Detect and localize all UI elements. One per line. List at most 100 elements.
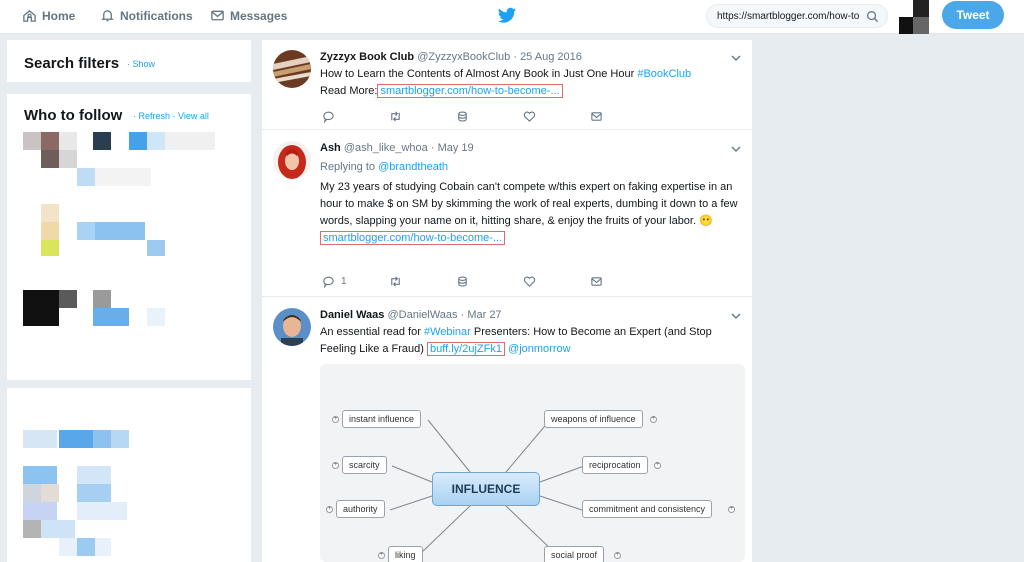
- read-more-label: Read More:: [320, 85, 378, 97]
- chevron-down-icon[interactable]: [730, 310, 742, 322]
- tweet-author-handle[interactable]: @ash_like_whoa: [344, 142, 428, 154]
- account-avatar[interactable]: [899, 0, 929, 34]
- search-box[interactable]: [706, 4, 888, 28]
- search-filters-title: Search filters: [24, 55, 120, 72]
- expand-icon: +: [654, 462, 661, 469]
- article-link[interactable]: smartblogger.com/how-to-become-...: [320, 231, 506, 245]
- nav-notifications-label: Notifications: [120, 8, 193, 23]
- stack-icon: [458, 276, 467, 287]
- who-to-follow-links[interactable]: · Refresh · View all: [133, 111, 209, 121]
- top-nav: Home Notifications Messages Tweet: [0, 0, 1024, 34]
- save-button[interactable]: [456, 275, 523, 288]
- nav-messages-label: Messages: [230, 8, 288, 23]
- expand-icon: +: [326, 506, 333, 513]
- replying-to-label: Replying to: [320, 161, 376, 173]
- reply-button[interactable]: 1: [322, 275, 389, 288]
- replying-to-line: Replying to @brandtheath: [320, 159, 740, 176]
- like-button[interactable]: [523, 110, 590, 123]
- reply-icon: [323, 276, 334, 288]
- tweet-author-name[interactable]: Ash: [320, 142, 341, 154]
- direct-message-button[interactable]: [590, 275, 657, 288]
- search-icon[interactable]: [866, 10, 879, 23]
- tweet-header: Zyzzyx Book Club @ZyzzyxBookClub · 25 Au…: [320, 51, 582, 63]
- replying-to-mention[interactable]: @brandtheath: [378, 161, 448, 173]
- nav-messages[interactable]: Messages: [210, 8, 287, 23]
- tweet-author-name[interactable]: Daniel Waas: [320, 309, 384, 321]
- search-filters-card: Search filters · Show: [7, 40, 251, 82]
- who-to-follow-title: Who to follow: [24, 107, 123, 124]
- expand-icon: +: [728, 506, 735, 513]
- avatar[interactable]: [273, 50, 311, 88]
- stack-icon: [458, 111, 467, 122]
- twitter-bird-icon[interactable]: [497, 7, 517, 25]
- tweet-text: How to Learn the Contents of Almost Any …: [320, 66, 740, 100]
- who-to-follow-card: Who to follow · Refresh · View all: [7, 94, 251, 380]
- retweet-icon: [391, 276, 400, 287]
- avatar[interactable]: [273, 141, 311, 179]
- envelope-icon: [591, 112, 602, 121]
- hashtag-link[interactable]: #Webinar: [424, 326, 471, 338]
- bell-icon: [101, 10, 114, 22]
- direct-message-button[interactable]: [590, 110, 657, 123]
- tweet-date[interactable]: · Mar 27: [461, 309, 502, 321]
- mindmap-node: commitment and consistency: [582, 500, 713, 518]
- trends-card: [7, 388, 251, 562]
- nav-home[interactable]: Home: [22, 8, 75, 23]
- expand-icon: +: [650, 416, 657, 423]
- mindmap-node: social proof: [544, 546, 605, 562]
- tweet-text: My 23 years of studying Cobain can't com…: [320, 179, 740, 247]
- tweet-body: How to Learn the Contents of Almost Any …: [320, 68, 635, 80]
- tweet-media-mindmap[interactable]: instant influence scarcity authority lik…: [320, 364, 745, 562]
- reply-icon: [323, 111, 334, 123]
- reply-count: 1: [341, 276, 347, 287]
- search-filters-show-link[interactable]: · Show: [127, 59, 155, 69]
- tweet-actions: [322, 110, 657, 123]
- tweet-date[interactable]: · 25 Aug 2016: [513, 51, 582, 63]
- heart-icon: [523, 111, 536, 122]
- expand-icon: +: [378, 552, 385, 559]
- expand-icon: +: [614, 552, 621, 559]
- save-button[interactable]: [456, 110, 523, 123]
- article-link[interactable]: buff.ly/2ujZFk1: [427, 342, 505, 356]
- tweet-author-handle[interactable]: @ZyzzyxBookClub: [417, 51, 510, 63]
- retweet-button[interactable]: [389, 275, 456, 288]
- search-input[interactable]: [717, 10, 865, 22]
- tweet-button[interactable]: Tweet: [942, 1, 1004, 29]
- envelope-icon: [591, 277, 602, 286]
- expand-icon: +: [332, 416, 339, 423]
- tweet-body: My 23 years of studying Cobain can't com…: [320, 181, 738, 227]
- mindmap-center-node: INFLUENCE: [432, 472, 540, 506]
- reply-button[interactable]: [322, 110, 389, 123]
- like-button[interactable]: [523, 275, 590, 288]
- tweet-header: Ash @ash_like_whoa · May 19: [320, 142, 474, 154]
- expand-icon: +: [332, 462, 339, 469]
- mindmap-node: authority: [336, 500, 385, 518]
- tweet-author-handle[interactable]: @DanielWaas: [387, 309, 457, 321]
- tweet-item-1[interactable]: Zyzzyx Book Club @ZyzzyxBookClub · 25 Au…: [262, 40, 752, 130]
- chevron-down-icon[interactable]: [730, 52, 742, 64]
- mindmap-node: liking: [388, 546, 423, 562]
- tweet-item-2[interactable]: Ash @ash_like_whoa · May 19 Replying to …: [262, 131, 752, 297]
- retweet-icon: [391, 111, 400, 122]
- tweet-date[interactable]: · May 19: [431, 142, 474, 154]
- mindmap-node: scarcity: [342, 456, 387, 474]
- mindmap-node: reciprocation: [582, 456, 648, 474]
- chevron-down-icon[interactable]: [730, 143, 742, 155]
- timeline: Zyzzyx Book Club @ZyzzyxBookClub · 25 Au…: [262, 40, 752, 562]
- envelope-icon: [211, 10, 224, 21]
- retweet-button[interactable]: [389, 110, 456, 123]
- tweet-body-intro: An essential read for: [320, 326, 421, 338]
- mention-link[interactable]: @jonmorrow: [508, 343, 571, 355]
- nav-notifications[interactable]: Notifications: [100, 8, 193, 23]
- tweet-text: An essential read for #Webinar Presenter…: [320, 324, 740, 358]
- tweet-actions: 1: [322, 275, 657, 288]
- avatar[interactable]: [273, 308, 311, 346]
- hashtag-link[interactable]: #BookClub: [637, 68, 691, 80]
- heart-icon: [523, 276, 536, 287]
- mindmap-node: instant influence: [342, 410, 422, 428]
- tweet-header: Daniel Waas @DanielWaas · Mar 27: [320, 309, 502, 321]
- tweet-author-name[interactable]: Zyzzyx Book Club: [320, 51, 414, 63]
- nav-home-label: Home: [42, 8, 76, 23]
- home-icon: [23, 9, 36, 22]
- article-link[interactable]: smartblogger.com/how-to-become-...: [377, 84, 563, 98]
